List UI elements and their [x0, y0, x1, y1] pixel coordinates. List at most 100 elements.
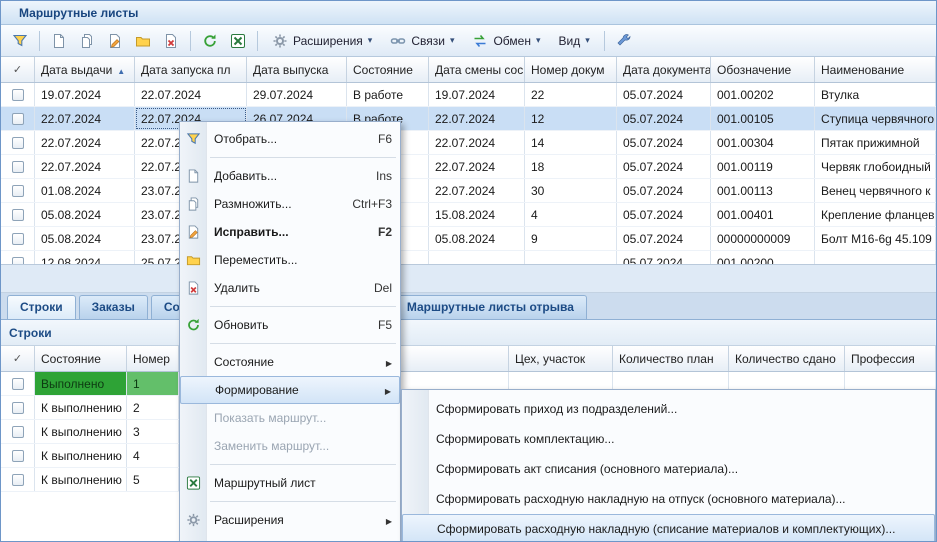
row-select-cell[interactable] [1, 155, 35, 178]
row-select-cell[interactable] [1, 468, 35, 491]
row-select-cell[interactable] [1, 420, 35, 443]
cell[interactable]: 22.07.2024 [429, 107, 525, 130]
state-cell[interactable]: Выполнено [35, 372, 127, 395]
cell[interactable]: 05.08.2024 [35, 227, 135, 250]
column-header-date-start[interactable]: Дата запуска пл [135, 57, 247, 82]
cell[interactable]: 05.07.2024 [617, 107, 711, 130]
cell[interactable]: 4 [525, 203, 617, 226]
row-checkbox[interactable] [12, 450, 24, 462]
cell[interactable]: 001.00401 [711, 203, 815, 226]
cell[interactable]: 05.08.2024 [429, 227, 525, 250]
cell[interactable]: В работе [347, 83, 429, 106]
cell[interactable]: 29.07.2024 [247, 83, 347, 106]
number-cell[interactable]: 2 [127, 396, 179, 419]
table-row[interactable]: 05.08.2024 23.07.2024 05.08.2024 9 05.07… [1, 227, 936, 251]
row-select-cell[interactable] [1, 179, 35, 202]
settings-button[interactable] [611, 29, 637, 53]
move-button[interactable] [130, 29, 156, 53]
cell[interactable]: 00000000009 [711, 227, 815, 250]
row-checkbox[interactable] [12, 378, 24, 390]
cell[interactable]: 19.07.2024 [429, 83, 525, 106]
cell[interactable]: 22.07.2024 [135, 83, 247, 106]
row-checkbox[interactable] [12, 161, 24, 173]
column-header-state[interactable]: Состояние [347, 57, 429, 82]
menu-item-duplicate[interactable]: Размножить... Ctrl+F3 [180, 190, 400, 218]
duplicate-button[interactable] [74, 29, 100, 53]
cell[interactable]: 22.07.2024 [429, 131, 525, 154]
table-row[interactable]: 01.08.2024 23.07.2024 22.07.2024 30 05.0… [1, 179, 936, 203]
cell[interactable]: 001.00202 [711, 83, 815, 106]
row-select-cell[interactable] [1, 131, 35, 154]
cell[interactable]: 001.00304 [711, 131, 815, 154]
filter-button[interactable] [7, 29, 33, 53]
cell[interactable] [815, 251, 936, 265]
column-header-qty-done[interactable]: Количество сдано [729, 346, 845, 371]
cell[interactable]: 05.07.2024 [617, 227, 711, 250]
cell[interactable]: 19.07.2024 [35, 83, 135, 106]
row-select-cell[interactable] [1, 372, 35, 395]
submenu-item-income-from-departments[interactable]: Сформировать приход из подразделений... [402, 394, 935, 424]
table-row[interactable]: 22.07.2024 22.07.2024 22.07.2024 14 05.0… [1, 131, 936, 155]
row-select-cell[interactable] [1, 444, 35, 467]
cell[interactable]: 05.07.2024 [617, 179, 711, 202]
tab-tearoff-route-sheets[interactable]: Маршрутные листы отрыва [394, 295, 587, 319]
upper-table-scroll-area[interactable] [1, 265, 936, 293]
cell[interactable]: 01.08.2024 [35, 179, 135, 202]
menu-item-move[interactable]: Переместить... [180, 246, 400, 274]
column-header-date-issued[interactable]: Дата выдачи [35, 57, 135, 82]
row-checkbox[interactable] [12, 233, 24, 245]
menu-item-route-sheet[interactable]: Маршрутный лист [180, 469, 400, 497]
cell[interactable]: Венец червячного к [815, 179, 936, 202]
column-header-doc-date[interactable]: Дата документа [617, 57, 711, 82]
add-button[interactable] [46, 29, 72, 53]
cell[interactable]: 22.07.2024 [429, 179, 525, 202]
column-header-workshop[interactable]: Цех, участок [509, 346, 613, 371]
select-all-column-header[interactable]: ✓ [1, 346, 35, 371]
refresh-button[interactable] [197, 29, 223, 53]
cell[interactable]: Крепление фланцев [815, 203, 936, 226]
column-header-qty-plan[interactable]: Количество план [613, 346, 729, 371]
menu-item-filter[interactable]: Отобрать... F6 [180, 125, 400, 153]
cell[interactable] [429, 251, 525, 265]
number-cell[interactable]: 4 [127, 444, 179, 467]
cell[interactable]: 30 [525, 179, 617, 202]
row-checkbox[interactable] [12, 426, 24, 438]
row-checkbox[interactable] [12, 137, 24, 149]
row-checkbox[interactable] [12, 474, 24, 486]
row-checkbox[interactable] [12, 113, 24, 125]
cell[interactable]: 18 [525, 155, 617, 178]
column-header-state-change-date[interactable]: Дата смены сос [429, 57, 525, 82]
cell[interactable] [525, 251, 617, 265]
row-checkbox[interactable] [12, 402, 24, 414]
tab-orders[interactable]: Заказы [79, 295, 148, 319]
row-checkbox[interactable] [12, 257, 24, 266]
table-row[interactable]: 22.07.2024 22.07.2024 22.07.2024 18 05.0… [1, 155, 936, 179]
state-cell[interactable]: К выполнению [35, 444, 127, 467]
number-cell[interactable]: 5 [127, 468, 179, 491]
tab-rows[interactable]: Строки [7, 295, 76, 319]
cell[interactable]: 15.08.2024 [429, 203, 525, 226]
column-header-doc-number[interactable]: Номер докум [525, 57, 617, 82]
column-header-profession[interactable]: Профессия [845, 346, 936, 371]
state-cell[interactable]: К выполнению [35, 468, 127, 491]
table-row[interactable]: 12.08.2024 25.07.2024 05.07.2024 001.002… [1, 251, 936, 265]
table-row[interactable]: 05.08.2024 23.07.2024 15.08.2024 4 05.07… [1, 203, 936, 227]
menu-item-extensions[interactable]: Расширения [180, 506, 400, 534]
submenu-item-completion[interactable]: Сформировать комплектацию... [402, 424, 935, 454]
column-header-state[interactable]: Состояние [35, 346, 127, 371]
cell[interactable]: Пятак прижимной [815, 131, 936, 154]
exchange-dropdown[interactable]: Обмен [464, 29, 548, 53]
state-cell[interactable]: К выполнению [35, 420, 127, 443]
menu-item-edit[interactable]: Исправить... F2 [180, 218, 400, 246]
number-cell[interactable]: 1 [127, 372, 179, 395]
menu-item-refresh[interactable]: Обновить F5 [180, 311, 400, 339]
submenu-item-expense-invoice-release[interactable]: Сформировать расходную накладную на отпу… [402, 484, 935, 514]
menu-item-generate[interactable]: Формирование [180, 376, 400, 404]
cell[interactable]: 05.08.2024 [35, 203, 135, 226]
cell[interactable]: 05.07.2024 [617, 203, 711, 226]
select-all-column-header[interactable]: ✓ [1, 57, 35, 82]
cell[interactable]: 05.07.2024 [617, 131, 711, 154]
cell[interactable]: 001.00105 [711, 107, 815, 130]
table-row[interactable]: 19.07.2024 22.07.2024 29.07.2024 В работ… [1, 83, 936, 107]
cell[interactable]: 05.07.2024 [617, 155, 711, 178]
